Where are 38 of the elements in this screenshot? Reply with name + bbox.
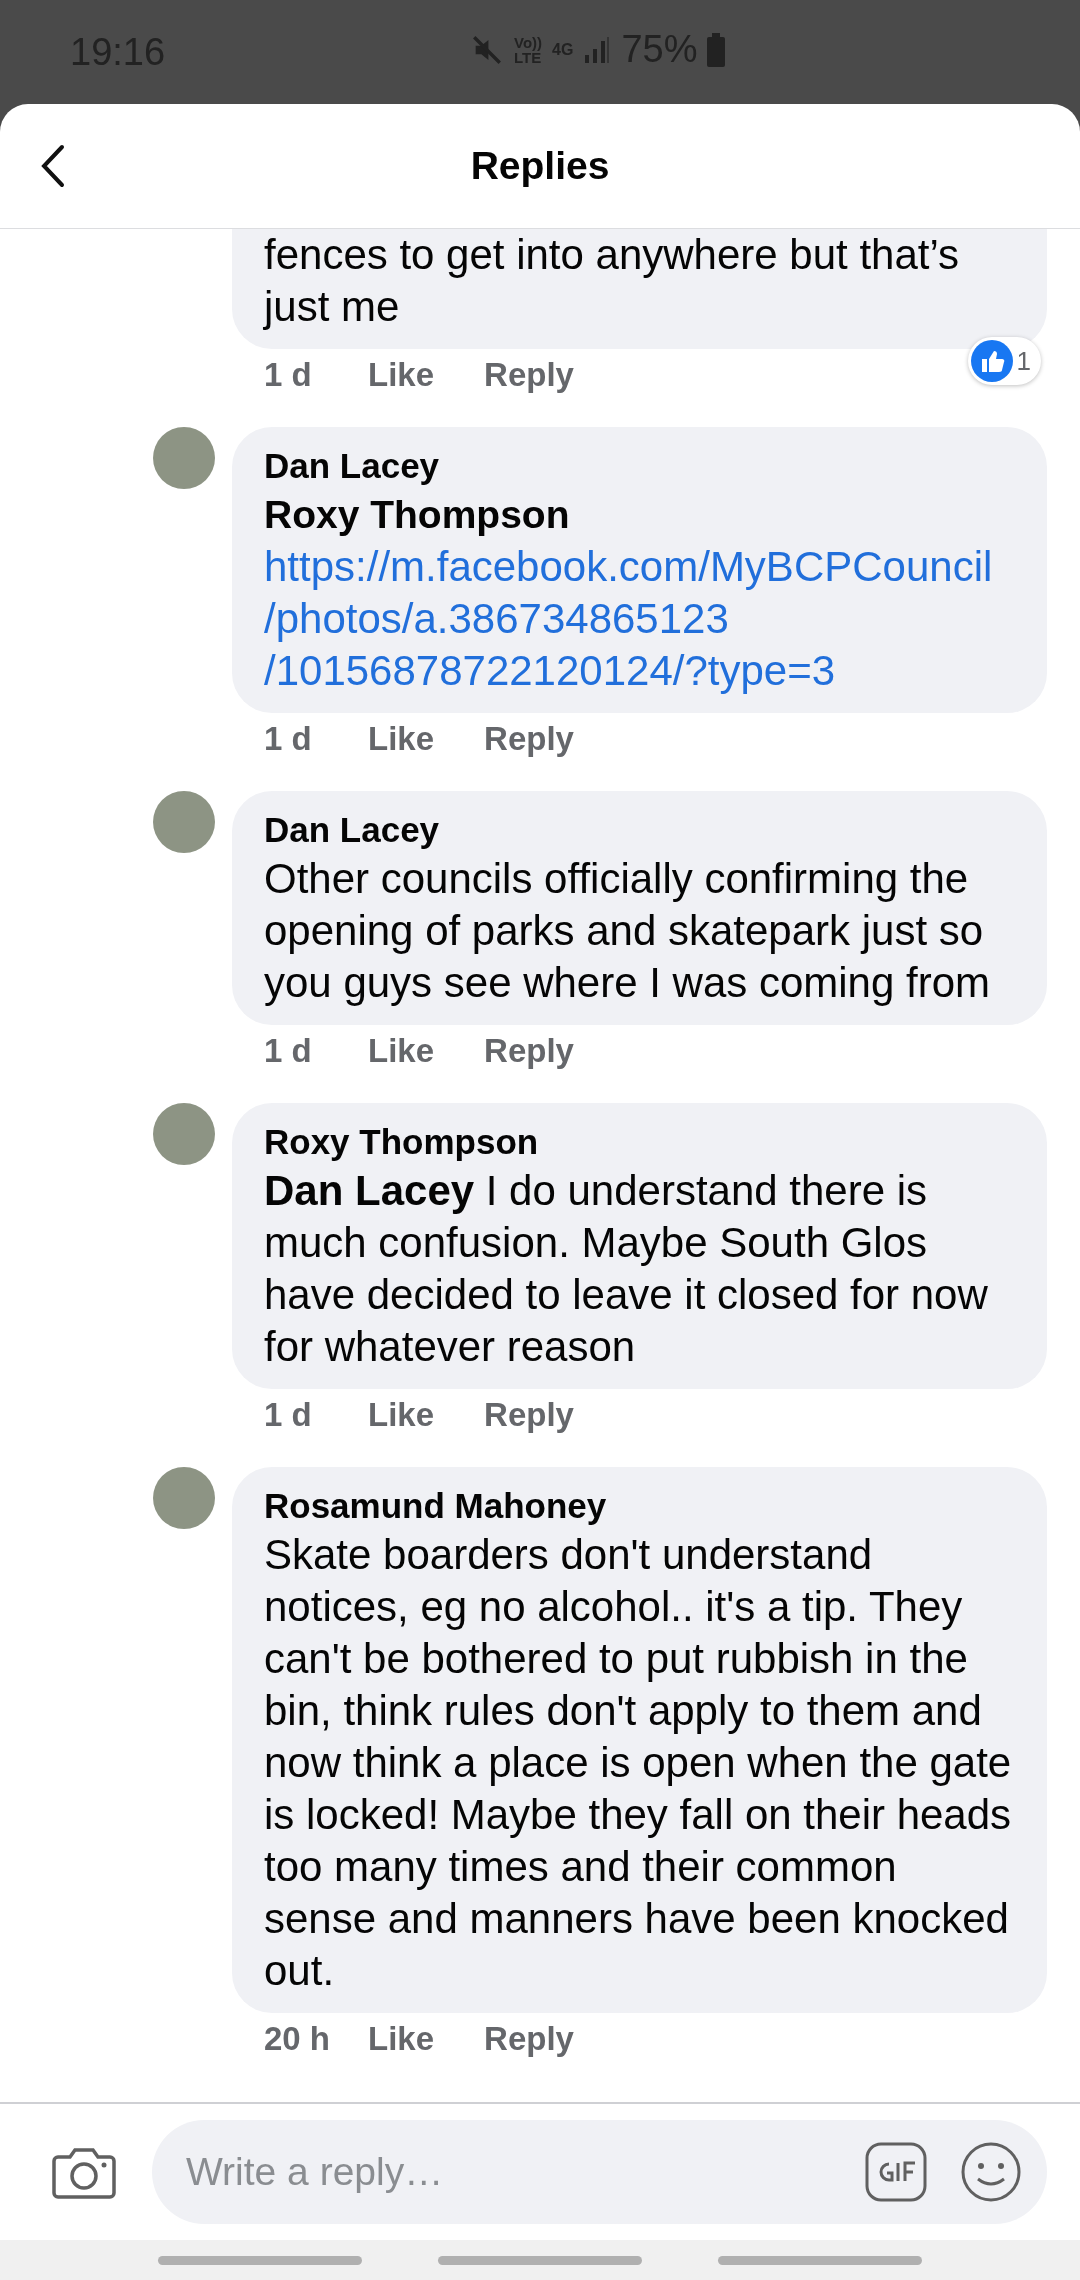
comment-text: fences to get into anywhere but that’s just me bbox=[264, 230, 960, 332]
header-title: Replies bbox=[470, 144, 610, 188]
reply-field[interactable]: Write a reply… bbox=[152, 2120, 1047, 2224]
author-name[interactable]: Roxy Thompson bbox=[264, 1119, 1013, 1165]
comment-time: 1 d bbox=[264, 720, 313, 758]
like-button[interactable]: Like bbox=[368, 1396, 435, 1434]
like-button[interactable]: Like bbox=[368, 2020, 435, 2058]
author-name[interactable]: Rosamund Mahoney bbox=[264, 1483, 1013, 1529]
emoji-icon[interactable] bbox=[961, 2142, 1021, 2202]
comment-time: 1 d bbox=[264, 356, 313, 394]
back-button[interactable] bbox=[40, 144, 66, 188]
like-button[interactable]: Like bbox=[368, 720, 435, 758]
comment-text: Other councils officially confirming the opening of parks and skatepark just so you guys see where I was coming from bbox=[264, 854, 991, 1008]
comment-time: 20 h bbox=[264, 2020, 332, 2058]
thumbs-up-icon bbox=[970, 340, 1013, 382]
nav-handle[interactable] bbox=[718, 2255, 922, 2265]
url-link[interactable]: https://m.facebook.com/MyBCPCouncil/photos/a.386734865123/10156878722120124/?type=3 bbox=[264, 541, 1013, 697]
reaction-badge[interactable]: 1 bbox=[967, 337, 1041, 385]
signal-icon bbox=[583, 34, 612, 65]
like-button[interactable]: Like bbox=[368, 356, 435, 394]
nav-handle[interactable] bbox=[438, 2255, 642, 2265]
comment-text: Skate boarders don't understand notices, eg no alcohol.. it's a tip. They can't be bothered to put rubbish in the bin, think rules don't apply to them and now think a place is open when the gate is locked! Maybe they fall on their heads too many times and their common sense and manners have been knocked out. bbox=[264, 1530, 1013, 1996]
reply-button[interactable]: Reply bbox=[484, 356, 574, 394]
author-name[interactable]: Dan Lacey bbox=[264, 807, 1013, 853]
mention-link[interactable]: Roxy Thompson bbox=[264, 489, 1013, 541]
reply-button[interactable]: Reply bbox=[484, 1032, 574, 1070]
author-name[interactable]: Dan Lacey bbox=[264, 443, 1013, 489]
reply-button[interactable]: Reply bbox=[484, 1396, 574, 1434]
gif-icon[interactable] bbox=[865, 2142, 927, 2202]
battery-icon bbox=[707, 32, 726, 67]
comment-text: Dan Lacey I do understand there is much confusion. Maybe South Glos have decided to leave it closed for now for whatever reason bbox=[264, 1166, 989, 1372]
reply-button[interactable]: Reply bbox=[484, 720, 574, 758]
nav-handle[interactable] bbox=[158, 2255, 362, 2265]
reply-input[interactable]: Write a reply… bbox=[184, 2149, 831, 2195]
like-button[interactable]: Like bbox=[368, 1032, 435, 1070]
reply-button[interactable]: Reply bbox=[484, 2020, 574, 2058]
comment-time: 1 d bbox=[264, 1032, 313, 1070]
comment-time: 1 d bbox=[264, 1396, 313, 1434]
